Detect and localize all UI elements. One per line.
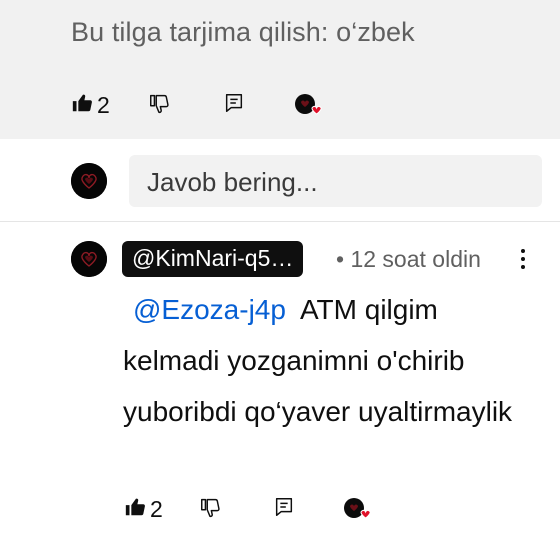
mention-link[interactable]: @Ezoza-j4p [133, 294, 286, 325]
thumbs-down-icon[interactable] [148, 92, 170, 119]
reply-author-avatar[interactable] [71, 241, 107, 277]
like-button[interactable]: 2 [71, 92, 110, 119]
comment-author-badge[interactable]: @KimNari-q5… [122, 241, 304, 277]
comment-action-bar: 2 [71, 92, 324, 119]
comment-timestamp: • 12 soat oldin [336, 246, 481, 273]
creator-heart-icon [294, 93, 324, 119]
like-button[interactable]: 2 [124, 496, 163, 523]
reply-icon[interactable] [273, 496, 295, 523]
comment-text: @Ezoza-j4p ATM qilgim kelmadi yozganimni … [123, 284, 533, 437]
timestamp-text: 12 soat oldin [350, 246, 481, 272]
highlighted-comment: Bu tilga tarjima qilish: o‘zbek 2 [0, 0, 560, 139]
thumbs-down-icon[interactable] [199, 496, 221, 523]
thumbs-up-icon [124, 496, 146, 523]
like-count: 2 [150, 496, 163, 522]
reply-input[interactable]: Javob bering... [129, 155, 542, 207]
thumbs-up-icon [71, 92, 93, 119]
like-count: 2 [97, 92, 110, 118]
timestamp-separator: • [336, 246, 345, 272]
creator-heart-icon [343, 497, 373, 523]
reply-action-bar: 2 [124, 496, 373, 523]
reply-icon[interactable] [223, 92, 245, 119]
current-user-avatar [71, 163, 107, 199]
translate-link[interactable]: Bu tilga tarjima qilish: o‘zbek [71, 17, 415, 48]
more-vert-icon[interactable] [519, 248, 527, 275]
